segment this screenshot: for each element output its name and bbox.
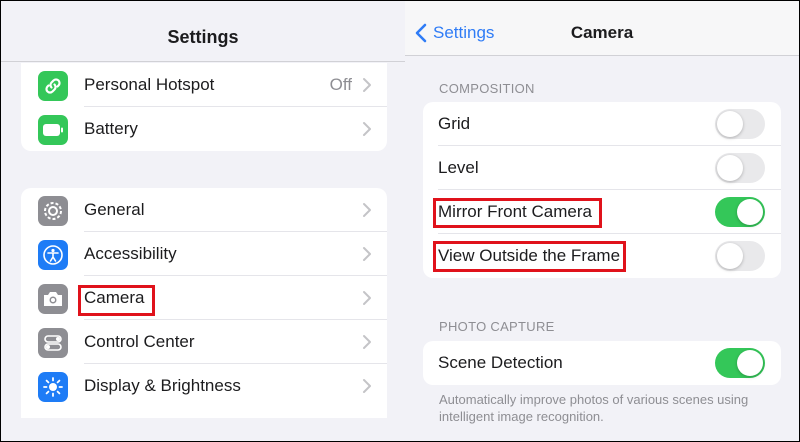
setting-label: Scene Detection xyxy=(438,353,563,372)
setting-label: View Outside the Frame xyxy=(438,246,621,265)
setting-label: Grid xyxy=(438,114,471,133)
header-divider xyxy=(1,61,405,62)
mirror-front-camera-toggle[interactable] xyxy=(715,197,765,227)
chevron-right-icon xyxy=(363,122,371,136)
chevron-right-icon xyxy=(363,335,371,349)
settings-item-camera[interactable]: Camera xyxy=(21,276,387,320)
settings-item-label: Accessibility xyxy=(84,244,177,263)
scene-detection-toggle[interactable] xyxy=(715,348,765,378)
settings-item-label: Battery xyxy=(84,119,138,138)
settings-item-label: Control Center xyxy=(84,332,195,351)
settings-group-connectivity: Personal Hotspot Off Battery xyxy=(21,63,387,151)
settings-item-accessibility[interactable]: Accessibility xyxy=(21,232,387,276)
section-header-photo-capture: PHOTO CAPTURE xyxy=(439,319,555,334)
settings-item-label: General xyxy=(84,200,145,219)
sun-icon xyxy=(38,372,68,402)
toggle-knob xyxy=(717,243,743,269)
setting-row-view-outside-frame: View Outside the Frame xyxy=(423,234,781,278)
accessibility-icon xyxy=(38,240,68,270)
camera-icon xyxy=(38,284,68,314)
toggle-knob xyxy=(717,155,743,181)
settings-group-general: General Accessibility Camera Control Cen… xyxy=(21,188,387,418)
section-header-composition: COMPOSITION xyxy=(439,81,535,96)
scene-detection-footnote: Automatically improve photos of various … xyxy=(439,392,749,424)
settings-panel: Settings Personal Hotspot Off Battery Ge… xyxy=(1,1,405,441)
settings-item-label: Personal Hotspot xyxy=(84,75,215,94)
screenshot-frame: Settings Personal Hotspot Off Battery Ge… xyxy=(0,0,800,442)
chevron-right-icon xyxy=(363,203,371,217)
gear-icon xyxy=(38,196,68,226)
setting-row-grid: Grid xyxy=(423,102,781,146)
camera-settings-panel: Settings Camera COMPOSITION Grid Level M… xyxy=(405,1,799,441)
link-icon xyxy=(38,71,68,101)
setting-label: Mirror Front Camera xyxy=(438,202,592,221)
battery-icon xyxy=(38,115,68,145)
photo-capture-group: Scene Detection xyxy=(423,341,781,385)
level-toggle[interactable] xyxy=(715,153,765,183)
toggle-knob xyxy=(717,111,743,137)
toggle-knob xyxy=(737,350,763,376)
navigation-bar: Settings Camera xyxy=(405,1,799,56)
settings-item-label: Display & Brightness xyxy=(84,376,241,395)
toggles-icon xyxy=(38,328,68,358)
page-title: Camera xyxy=(570,23,634,42)
grid-toggle[interactable] xyxy=(715,109,765,139)
chevron-right-icon xyxy=(363,78,371,92)
setting-label: Level xyxy=(438,158,479,177)
setting-row-mirror-front-camera: Mirror Front Camera xyxy=(423,190,781,234)
settings-item-value: Off xyxy=(329,75,352,94)
settings-item-control-center[interactable]: Control Center xyxy=(21,320,387,364)
settings-item-battery[interactable]: Battery xyxy=(21,107,387,151)
setting-row-level: Level xyxy=(423,146,781,190)
toggle-knob xyxy=(737,199,763,225)
settings-title: Settings xyxy=(167,27,239,47)
setting-row-scene-detection: Scene Detection xyxy=(423,341,781,385)
chevron-right-icon xyxy=(363,379,371,393)
composition-group: Grid Level Mirror Front Camera View Outs… xyxy=(423,102,781,278)
settings-item-personal-hotspot[interactable]: Personal Hotspot Off xyxy=(21,63,387,107)
settings-item-general[interactable]: General xyxy=(21,188,387,232)
settings-item-label: Camera xyxy=(84,288,145,307)
settings-item-display-brightness[interactable]: Display & Brightness xyxy=(21,364,387,408)
chevron-right-icon xyxy=(363,291,371,305)
chevron-right-icon xyxy=(363,247,371,261)
view-outside-frame-toggle[interactable] xyxy=(715,241,765,271)
